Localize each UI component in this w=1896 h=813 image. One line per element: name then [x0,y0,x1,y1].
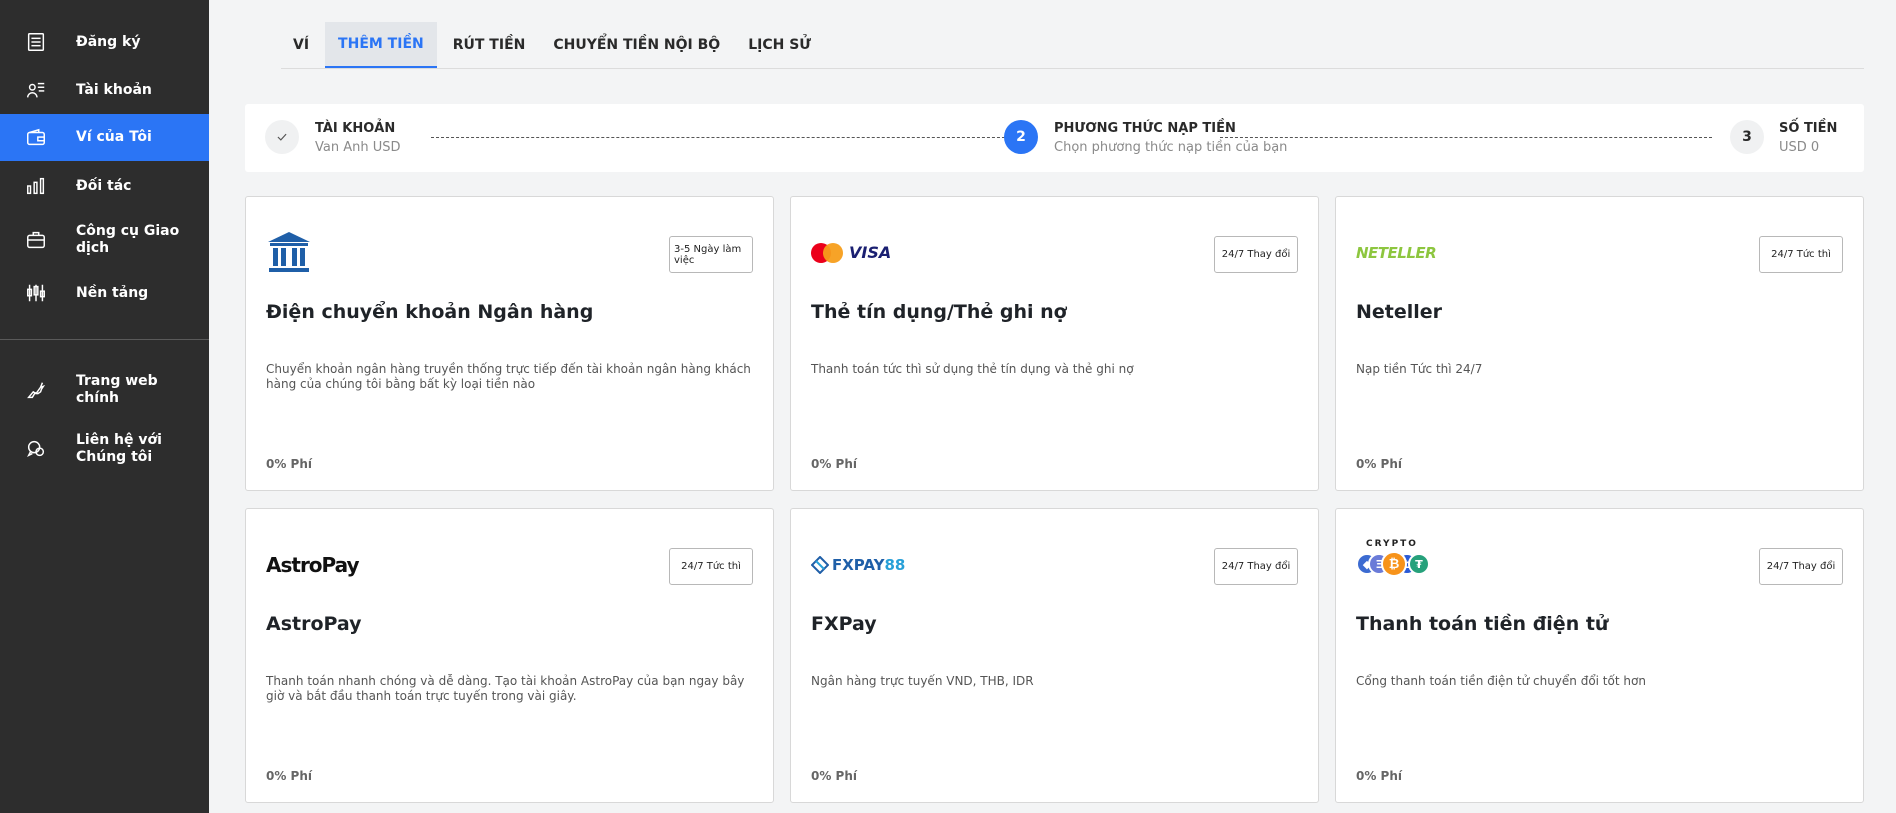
step-3-subtitle: USD 0 [1779,140,1820,155]
mastercard-visa-logo: VISA [811,227,892,279]
method-fee: 0% Phí [811,769,858,783]
method-card-bank-transfer[interactable]: 3-5 Ngày làm việc Điện chuyển khoản Ngân… [245,196,774,491]
method-card-astropay[interactable]: AstroPay 24/7 Tức thì AstroPay Thanh toá… [245,508,774,803]
method-fee: 0% Phí [811,457,858,471]
tab-withdraw[interactable]: RÚT TIỀN [441,22,538,68]
processing-time-badge: 24/7 Tức thì [669,548,753,585]
processing-time-badge: 24/7 Thay đổi [1214,236,1298,273]
processing-time-badge: 24/7 Thay đổi [1759,548,1843,585]
register-icon [24,30,48,54]
chat-icon [24,437,48,461]
method-card-credit-debit[interactable]: VISA 24/7 Thay đổi Thẻ tín dụng/Thẻ ghi … [790,196,1319,491]
step-3-title: SỐ TIỀN [1779,121,1838,136]
step-2-subtitle: Chọn phương thức nạp tiền của bạn [1054,140,1288,155]
sidebar-item-label: Đối tác [76,177,132,194]
tab-add-funds[interactable]: THÊM TIỀN [325,22,437,68]
sidebar-item-label: Công cụ Giao dịch [76,223,180,256]
method-description: Thanh toán nhanh chóng và dễ dàng. Tạo t… [266,674,745,703]
bank-icon [266,227,312,279]
astropay-logo: AstroPay [266,539,360,591]
crypto-logo-text: CRYPTO [1366,539,1418,549]
step-connector [431,137,1025,138]
fxpay-logo-text: FXPAY [832,556,885,574]
sidebar-item-label: Tài khoản [76,81,152,98]
step-2-number: 2 [1004,120,1038,154]
fxpay-mark-icon [811,556,829,574]
platform-icon [24,281,48,305]
step-1-subtitle: Van Anh USD [315,140,401,155]
sidebar-item-partner[interactable]: Đối tác [0,166,209,206]
wallet-icon [24,126,48,150]
neteller-logo-text: NETELLER [1356,244,1437,262]
method-fee: 0% Phí [266,769,313,783]
sidebar-item-contact-us[interactable]: Liên hệ với Chúng tôi [0,428,209,470]
main-content: VÍ THÊM TIỀN RÚT TIỀN CHUYỂN TIỀN NỘI BỘ… [209,0,1896,813]
sidebar-divider [0,339,209,340]
sidebar-item-platform[interactable]: Nền tảng [0,273,209,313]
sidebar-item-label: Liên hệ với Chúng tôi [76,432,162,465]
step-1-title: TÀI KHOẢN [315,121,396,136]
method-description: Cổng thanh toán tiền điện tử chuyển đổi … [1356,674,1646,688]
step-2-title: PHƯƠNG THỨC NẠP TIỀN [1054,121,1236,136]
sidebar-item-label: Ví của Tôi [76,129,152,145]
method-title: Thẻ tín dụng/Thẻ ghi nợ [811,301,1067,323]
method-description: Ngân hàng trực tuyến VND, THB, IDR [811,674,1034,688]
partner-icon [24,174,48,198]
method-title: Điện chuyển khoản Ngân hàng [266,301,594,323]
sidebar-item-account[interactable]: Tài khoản [0,70,209,110]
sidebar-item-label: Trang web chính [76,373,158,406]
processing-time-badge: 24/7 Thay đổi [1214,548,1298,585]
method-fee: 0% Phí [266,457,313,471]
sidebar-item-register[interactable]: Đăng ký [0,22,209,62]
astropay-logo-text: AstroPay [266,553,360,577]
sidebar-item-my-wallet[interactable]: Ví của Tôi [0,114,209,161]
tab-internal-transfer[interactable]: CHUYỂN TIỀN NỘI BỘ [541,22,732,68]
deposit-stepper: TÀI KHOẢN Van Anh USD 2 PHƯƠNG THỨC NẠP … [245,104,1864,172]
method-title: Neteller [1356,301,1443,323]
sidebar-item-label: Nền tảng [76,284,149,301]
method-fee: 0% Phí [1356,769,1403,783]
processing-time-badge: 24/7 Tức thì [1759,236,1843,273]
bull-icon [24,378,48,402]
account-icon [24,78,48,102]
processing-time-badge: 3-5 Ngày làm việc [669,236,753,273]
method-card-fxpay[interactable]: FXPAY 88 24/7 Thay đổi FXPay Ngân hàng tr… [790,508,1319,803]
method-card-neteller[interactable]: NETELLER 24/7 Tức thì Neteller Nạp tiền … [1335,196,1864,491]
tab-bar: VÍ THÊM TIỀN RÚT TIỀN CHUYỂN TIỀN NỘI BỘ… [281,22,1864,69]
step-1-check-icon [265,120,299,154]
method-description: Thanh toán tức thì sử dụng thẻ tín dụng … [811,362,1134,376]
briefcase-icon [24,228,48,252]
sidebar-item-trading-tools[interactable]: Công cụ Giao dịch [0,220,209,260]
method-title: AstroPay [266,613,362,635]
sidebar-item-label: Đăng ký [76,33,141,50]
fxpay-logo-number: 88 [884,556,906,574]
method-card-crypto[interactable]: CRYPTO ◆ Ξ Ł ₮ ₿ 24/7 Thay đổi Thanh toá… [1335,508,1864,803]
sidebar: Đăng ký Tài khoản Ví của Tôi Đối tác Côn… [0,0,209,813]
fxpay-logo: FXPAY 88 [811,539,905,591]
method-fee: 0% Phí [1356,457,1403,471]
method-description: Chuyển khoản ngân hàng truyền thống trực… [266,362,751,391]
method-title: Thanh toán tiền điện tử [1356,613,1609,635]
sidebar-item-main-website[interactable]: Trang web chính [0,369,209,411]
crypto-logo: CRYPTO ◆ Ξ Ł ₮ ₿ [1356,539,1430,591]
tab-history[interactable]: LỊCH SỬ [736,22,823,68]
method-title: FXPay [811,613,877,635]
step-3-number: 3 [1730,120,1764,154]
step-connector [1220,137,1712,138]
tab-wallet[interactable]: VÍ [281,22,321,68]
method-description: Nạp tiền Tức thì 24/7 [1356,362,1483,376]
crypto-coins-icon: ◆ Ξ Ł ₮ ₿ [1356,549,1430,583]
visa-logo-text: VISA [849,243,892,262]
neteller-logo: NETELLER [1356,227,1437,279]
